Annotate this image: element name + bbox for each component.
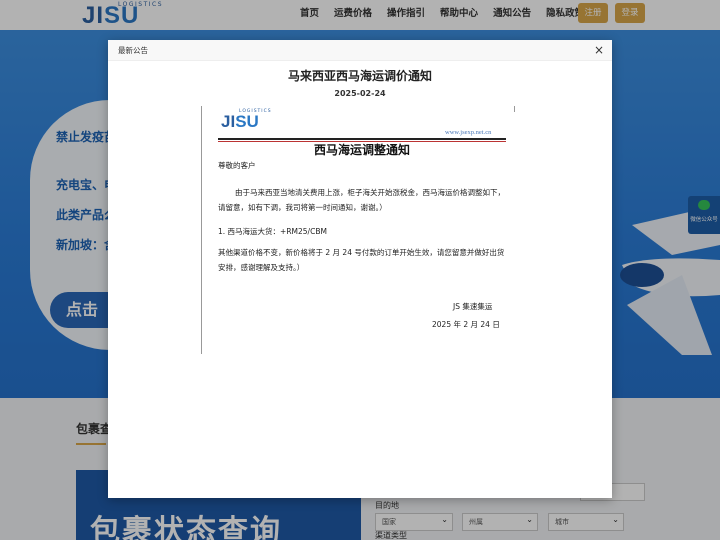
notice-date: 2025-02-24 <box>334 89 386 98</box>
notice-document-image: LOGISTICS JISU www.jsexp.net.cn 西马海运调整通知… <box>201 106 516 356</box>
document-url: www.jsexp.net.cn <box>445 129 492 136</box>
document-greeting: 尊敬的客户 <box>218 161 256 170</box>
modal-header: 最新公告 × <box>108 40 612 61</box>
document-heading: 西马海运调整通知 <box>313 143 410 157</box>
document-paragraph-1: 由于马来西亚当地清关费用上涨，柜子海关开始涨税金，西马海运价格调整如下，请留意，… <box>218 188 505 212</box>
close-icon[interactable]: × <box>594 42 604 58</box>
document-signed-date: 2025 年 2 月 24 日 <box>432 320 500 329</box>
document-signature: JS 集速集运 <box>453 302 493 311</box>
document-corner-mark <box>201 106 208 112</box>
announcement-modal: 最新公告 × 马来西亚西马海运调价通知 2025-02-24 LOGISTICS… <box>108 40 612 498</box>
document-logo-wordmark: JISU <box>221 112 259 131</box>
document-price-item: 1. 西马海运大货：+RM25/CBM <box>218 227 327 236</box>
document-divider <box>218 138 506 140</box>
document-corner-mark <box>508 106 515 112</box>
document-paragraph-2: 其他渠道价格不变，新价格将于 2 月 24 号付款的订单开始生效，请您留意并做好… <box>218 248 505 272</box>
notice-title: 马来西亚西马海运调价通知 <box>287 69 432 83</box>
document-logo: LOGISTICS JISU <box>219 109 279 137</box>
modal-header-title: 最新公告 <box>118 46 148 55</box>
